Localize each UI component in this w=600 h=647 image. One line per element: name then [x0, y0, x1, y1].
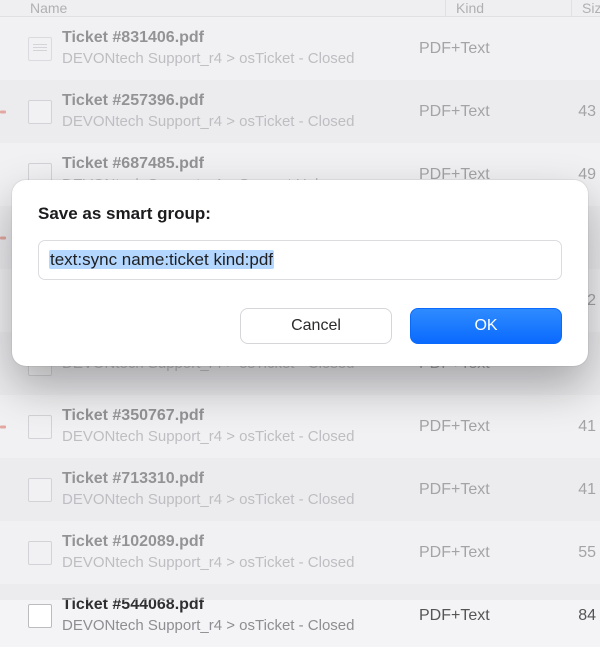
save-smart-group-dialog: Save as smart group: text:sync name:tick…	[12, 180, 588, 366]
smart-group-name-input[interactable]: text:sync name:ticket kind:pdf	[38, 240, 562, 280]
cancel-button[interactable]: Cancel	[240, 308, 392, 344]
ok-button[interactable]: OK	[410, 308, 562, 344]
file-name-block: Ticket #544068.pdfDEVONtech Support_r4 >…	[62, 595, 417, 635]
file-thumbnail-icon	[28, 604, 52, 628]
file-size: 84	[534, 607, 600, 625]
dialog-title: Save as smart group:	[38, 204, 562, 224]
input-selected-text: text:sync name:ticket kind:pdf	[49, 250, 274, 269]
file-path: DEVONtech Support_r4 > osTicket - Closed	[62, 616, 417, 636]
file-kind: PDF+Text	[417, 607, 534, 625]
dialog-button-row: Cancel OK	[38, 308, 562, 344]
